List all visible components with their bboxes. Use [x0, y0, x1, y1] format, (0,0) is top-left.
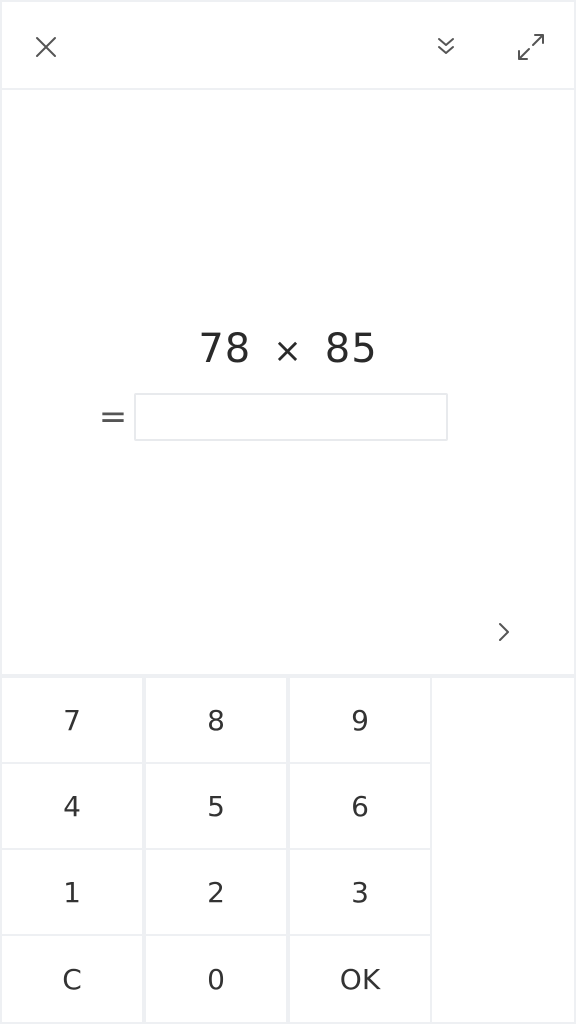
problem-expression: 78 × 85 [2, 314, 574, 386]
operand-b: 85 [324, 326, 378, 372]
expand-button[interactable] [509, 25, 553, 69]
key-clear[interactable]: C [2, 936, 142, 1022]
key-2[interactable]: 2 [146, 850, 286, 934]
operator: × [273, 331, 303, 371]
key-ok[interactable]: OK [290, 936, 430, 1022]
key-9[interactable]: 9 [290, 678, 430, 762]
double-chevron-down-icon [438, 38, 454, 54]
key-4[interactable]: 4 [2, 764, 142, 848]
close-button[interactable] [24, 25, 68, 69]
equals-sign: = [98, 397, 128, 437]
key-5[interactable]: 5 [146, 764, 286, 848]
next-button[interactable] [486, 614, 522, 650]
key-3[interactable]: 3 [290, 850, 430, 934]
answer-input[interactable] [134, 393, 448, 441]
key-7[interactable]: 7 [2, 678, 142, 762]
close-icon [36, 37, 56, 57]
operand-a: 78 [198, 326, 252, 372]
problem-area: 78 × 85 = [2, 90, 574, 674]
chevron-right-icon [499, 623, 509, 641]
key-6[interactable]: 6 [290, 764, 430, 848]
key-0[interactable]: 0 [146, 936, 286, 1022]
collapse-button[interactable] [424, 25, 468, 69]
key-1[interactable]: 1 [2, 850, 142, 934]
keypad-side-panel [432, 678, 574, 1022]
top-toolbar [2, 2, 574, 88]
expand-arrows-icon [518, 34, 544, 60]
key-8[interactable]: 8 [146, 678, 286, 762]
